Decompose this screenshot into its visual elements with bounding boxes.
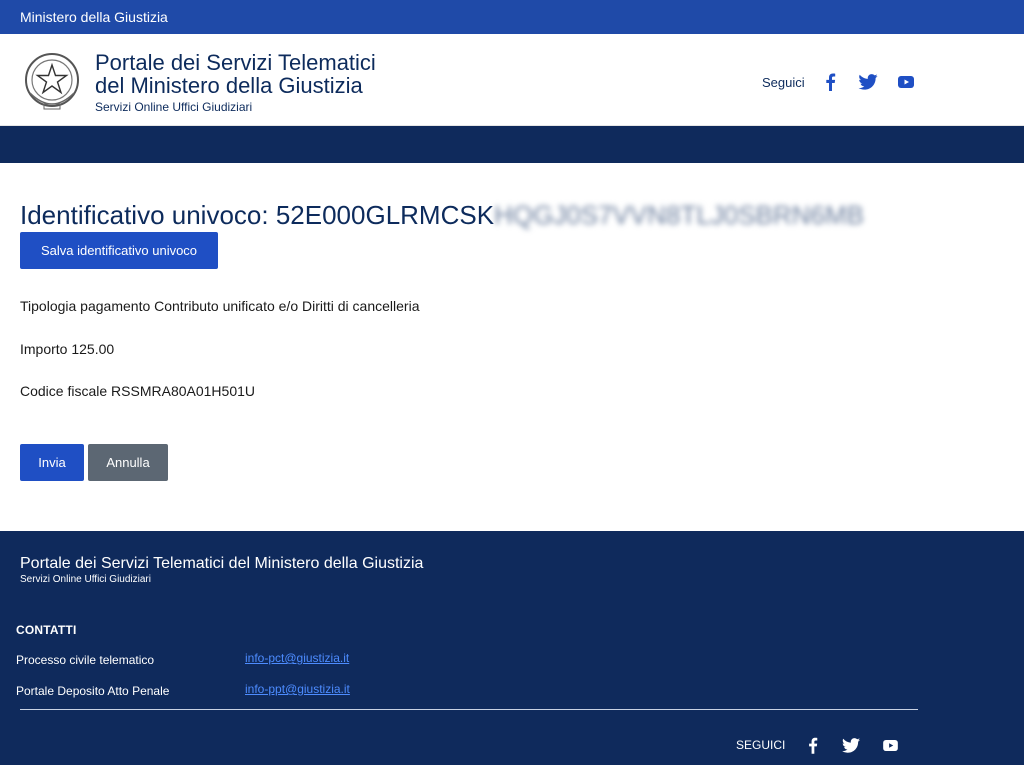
portal-title-line1: Portale dei Servizi Telematici	[95, 50, 376, 75]
contact-email-pct[interactable]: info-pct@giustizia.it	[245, 651, 349, 665]
footer-subtitle: Servizi Online Uffici Giudiziari	[20, 574, 151, 585]
portal-title-line2: del Ministero della Giustizia	[95, 73, 363, 98]
unique-identifier: Identificativo univoco: 52E000GLRMCSKHQG…	[20, 195, 1000, 235]
main-content: Identificativo univoco: 52E000GLRMCSKHQG…	[20, 195, 1000, 481]
ministry-label[interactable]: Ministero della Giustizia	[20, 9, 168, 25]
facebook-icon[interactable]	[819, 72, 841, 92]
payment-amount: Importo 125.00	[20, 341, 115, 357]
contact-label-pct: Processo civile telematico	[16, 653, 155, 667]
footer-divider	[20, 709, 918, 710]
header-social: Seguici	[762, 72, 933, 92]
site-header: Portale dei Servizi Telematici del Minis…	[0, 34, 1024, 126]
contacts-heading: CONTATTI	[16, 623, 77, 637]
footer-title: Portale dei Servizi Telematici del Minis…	[20, 555, 424, 572]
uid-value: 52E000GLRMCSK	[275, 200, 495, 230]
save-identifier-button[interactable]: Salva identificativo univoco	[20, 232, 218, 269]
footer-social-label: SEGUICI	[736, 738, 786, 752]
footer-social: SEGUICI	[736, 735, 918, 755]
payment-type: Tipologia pagamento Contributo unificato…	[20, 298, 420, 314]
uid-blurred-part: HQGJ0S7VVN8TLJ0SBRN6MB	[494, 200, 864, 230]
ministry-topbar: Ministero della Giustizia	[0, 0, 1024, 34]
send-button[interactable]: Invia	[20, 444, 84, 481]
site-footer: Portale dei Servizi Telematici del Minis…	[0, 531, 1024, 765]
cancel-button[interactable]: Annulla	[88, 444, 168, 481]
navigation-band	[0, 126, 1024, 163]
portal-subtitle: Servizi Online Uffici Giudiziari	[95, 100, 253, 114]
header-social-label: Seguici	[762, 74, 805, 90]
portal-title-block[interactable]: Portale dei Servizi Telematici del Minis…	[95, 51, 376, 115]
contact-email-ppt[interactable]: info-ppt@giustizia.it	[245, 682, 350, 696]
facebook-icon[interactable]	[801, 735, 823, 755]
youtube-icon[interactable]	[895, 72, 917, 92]
twitter-icon[interactable]	[840, 735, 862, 755]
republic-emblem-icon[interactable]	[22, 49, 82, 115]
contact-label-ppt: Portale Deposito Atto Penale	[16, 684, 170, 698]
twitter-icon[interactable]	[857, 72, 879, 92]
youtube-icon[interactable]	[879, 735, 901, 755]
uid-label: Identificativo univoco:	[20, 200, 269, 230]
tax-code: Codice fiscale RSSMRA80A01H501U	[20, 383, 255, 399]
